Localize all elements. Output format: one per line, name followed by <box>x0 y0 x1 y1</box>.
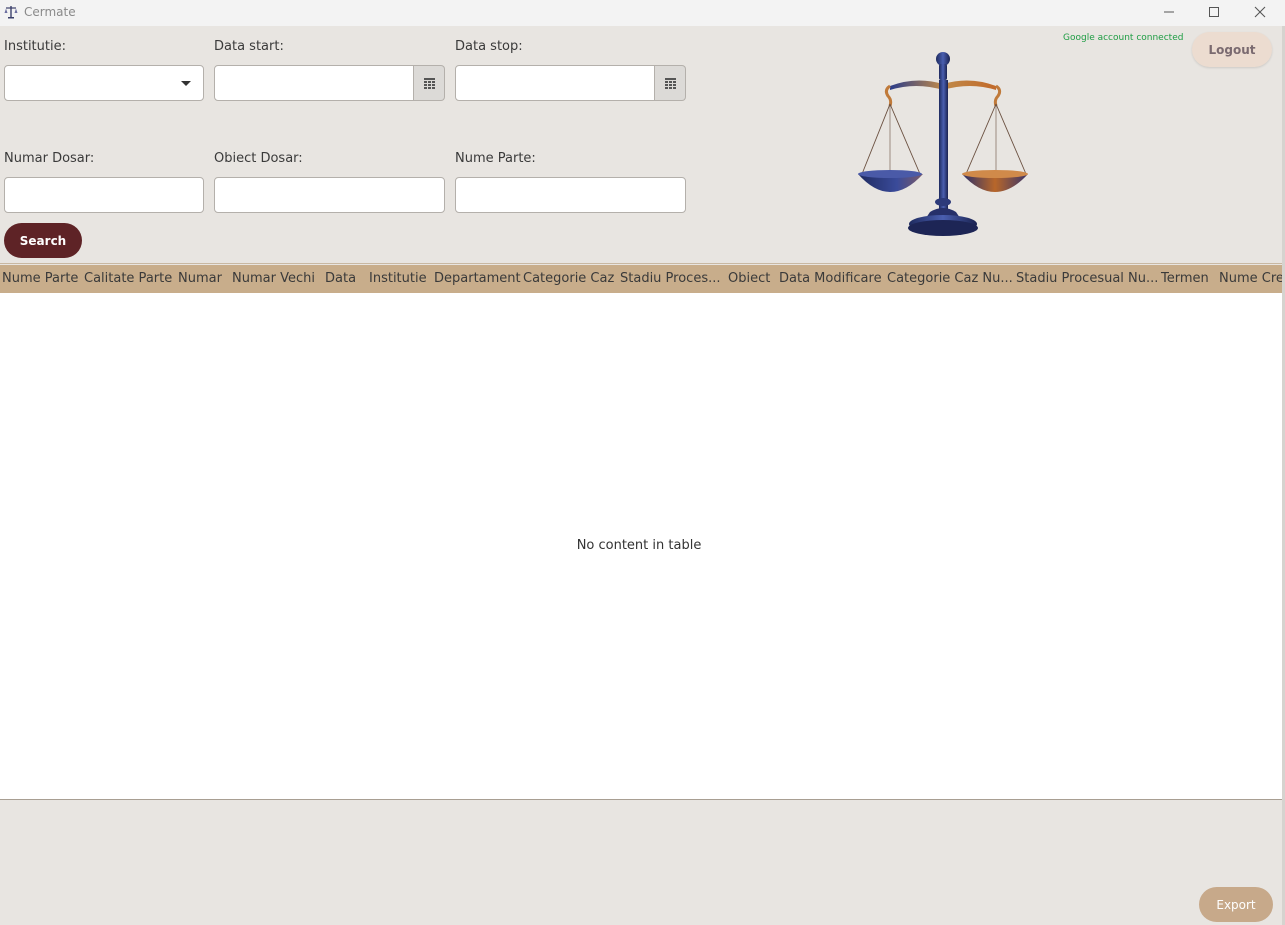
column-header[interactable]: Data Modificare <box>779 271 882 286</box>
scales-icon <box>4 6 18 19</box>
column-header[interactable]: Stadiu Proces... <box>620 271 721 286</box>
column-header[interactable]: Institutie <box>369 271 427 286</box>
obiect-dosar-label: Obiect Dosar: <box>214 151 303 166</box>
search-button[interactable]: Search <box>4 223 82 258</box>
column-header[interactable]: Data <box>325 271 356 286</box>
obiect-dosar-input[interactable] <box>214 177 445 213</box>
column-header[interactable]: Calitate Parte <box>84 271 172 286</box>
table-header: Nume Parte Calitate Parte Numar Numar Ve… <box>0 265 1282 293</box>
window-title: Cermate <box>24 5 76 19</box>
chevron-down-icon <box>181 81 191 86</box>
minimize-icon <box>1164 11 1174 13</box>
column-header[interactable]: Departament <box>434 271 521 286</box>
data-start-label: Data start: <box>214 39 284 54</box>
close-icon <box>1254 6 1266 18</box>
calendar-icon <box>423 77 435 89</box>
column-header[interactable]: Nume Cre <box>1219 271 1282 286</box>
account-status: Google account connected <box>1063 33 1184 43</box>
column-header[interactable]: Numar <box>178 271 222 286</box>
table-divider <box>0 263 1282 264</box>
data-stop-input[interactable] <box>455 65 655 101</box>
data-start-input[interactable] <box>214 65 414 101</box>
title-bar: Cermate <box>0 0 1285 26</box>
data-stop-label: Data stop: <box>455 39 523 54</box>
maximize-icon <box>1209 7 1219 17</box>
column-header[interactable]: Obiect <box>728 271 770 286</box>
institutie-select[interactable] <box>4 65 204 101</box>
close-button[interactable] <box>1237 0 1283 24</box>
column-header[interactable]: Nume Parte <box>2 271 78 286</box>
institutie-label: Institutie: <box>4 39 66 54</box>
data-stop-calendar-button[interactable] <box>655 65 686 101</box>
minimize-button[interactable] <box>1146 0 1192 24</box>
column-header[interactable]: Categorie Caz <box>523 271 614 286</box>
export-button[interactable]: Export <box>1199 887 1273 922</box>
numar-dosar-label: Numar Dosar: <box>4 151 95 166</box>
column-header[interactable]: Numar Vechi <box>232 271 315 286</box>
nume-parte-label: Nume Parte: <box>455 151 536 166</box>
maximize-button[interactable] <box>1191 0 1237 24</box>
empty-table-message: No content in table <box>576 538 702 553</box>
table-body[interactable]: No content in table <box>0 293 1282 800</box>
numar-dosar-input[interactable] <box>4 177 204 213</box>
calendar-icon <box>664 77 676 89</box>
nume-parte-input[interactable] <box>455 177 686 213</box>
column-header[interactable]: Termen <box>1161 271 1209 286</box>
column-header[interactable]: Stadiu Procesual Nu... <box>1016 271 1158 286</box>
logout-button[interactable]: Logout <box>1192 32 1272 67</box>
scales-logo-icon <box>858 52 1028 236</box>
data-start-calendar-button[interactable] <box>414 65 445 101</box>
column-header[interactable]: Categorie Caz Nu... <box>887 271 1013 286</box>
